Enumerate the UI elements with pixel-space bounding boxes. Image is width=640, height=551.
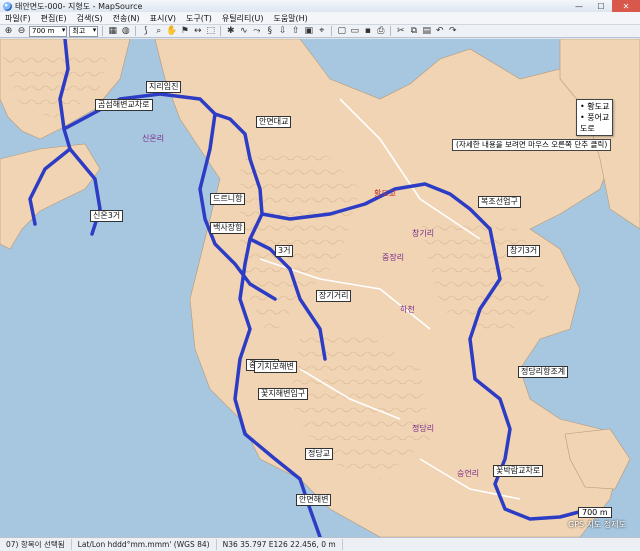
place-label[interactable]: 안면대교 (256, 116, 292, 128)
place-label[interactable]: 지리임진 (146, 81, 182, 93)
scale-label: 700 m (578, 507, 612, 518)
place-label[interactable]: 드르니항 (210, 193, 246, 205)
print-icon[interactable]: ⎙ (375, 26, 386, 37)
waypoint-tool-icon[interactable]: ⚑ (179, 26, 190, 37)
menu-search[interactable]: 검색(S) (72, 13, 108, 24)
popup-item[interactable]: 풍어교 (580, 112, 609, 123)
place-label[interactable]: 3거 (275, 245, 294, 257)
status-bar: 07) 항목이 선택됨 Lat/Lon hddd°mm.mmm' (WGS 84… (0, 537, 640, 551)
undo-icon[interactable]: ↶ (434, 26, 445, 37)
village-label: 중장리 (382, 253, 405, 262)
path-icon[interactable]: § (264, 26, 275, 37)
village-label: 신온리 (142, 134, 165, 143)
menu-edit[interactable]: 편집(E) (36, 13, 72, 24)
map-context-popup: 황도교 풍어교 도로 (576, 99, 614, 136)
place-label[interactable]: 곰섬해변교차로 (95, 99, 153, 111)
zoom-in-icon[interactable]: ⊕ (3, 26, 14, 37)
place-label[interactable]: 신온3거 (90, 210, 124, 222)
popup-footer: 도로 (580, 124, 595, 133)
place-label[interactable]: 정당리항조계 (518, 366, 569, 378)
menu-transfer[interactable]: 전송(N) (108, 13, 145, 24)
gps-device-icon[interactable]: ▣ (303, 26, 314, 37)
map-tooltip: (자세한 내용을 보려면 마우스 오른쪽 단추 클릭) (452, 139, 612, 151)
receive-icon[interactable]: ⇩ (277, 26, 288, 37)
place-label[interactable]: 장기거리 (316, 290, 352, 302)
village-label: 승언리 (457, 469, 480, 478)
send-icon[interactable]: ⇧ (290, 26, 301, 37)
popup-item[interactable]: 황도교 (580, 101, 609, 112)
track-icon[interactable]: ∿ (238, 26, 249, 37)
window-controls: — ☐ ✕ (568, 0, 640, 12)
place-label[interactable]: 창기3거 (507, 245, 541, 257)
new-file-icon[interactable]: ▢ (336, 26, 347, 37)
coordinate-format: Lat/Lon hddd°mm.mmm' (WGS 84) (72, 539, 217, 550)
place-label[interactable]: 복조선업구 (478, 196, 521, 208)
toolbar-separator (102, 26, 104, 36)
menu-file[interactable]: 파일(F) (0, 13, 36, 24)
save-icon[interactable]: ▪ (362, 26, 373, 37)
place-label[interactable]: 정당교 (305, 448, 334, 460)
menu-tools[interactable]: 도구(T) (181, 13, 217, 24)
menu-bar: 파일(F) 편집(E) 검색(S) 전송(N) 표시(V) 도구(T) 유틸리티… (0, 12, 640, 25)
place-label[interactable]: 안면해변 (296, 494, 332, 506)
road-label: 황도교 (374, 189, 397, 198)
village-label: 창기리 (412, 229, 435, 238)
maximize-button[interactable]: ☐ (590, 0, 612, 12)
minimize-button[interactable]: — (568, 0, 590, 12)
close-button[interactable]: ✕ (612, 0, 640, 12)
cursor-coordinates: N36 35.797 E126 22.456, 0 m (217, 539, 343, 550)
village-label: 정당리 (412, 424, 435, 433)
toolbar-separator (220, 26, 222, 36)
map-canvas (0, 39, 640, 537)
place-label[interactable]: 꽃박람교차로 (493, 465, 544, 477)
menu-help[interactable]: 도움말(H) (268, 13, 312, 24)
waypoint-icon[interactable]: ✱ (225, 26, 236, 37)
toolbar-separator (135, 26, 137, 36)
redo-icon[interactable]: ↷ (447, 26, 458, 37)
zoom-out-icon[interactable]: ⊖ (16, 26, 27, 37)
route-tool-icon[interactable]: ⟆ (140, 26, 151, 37)
menu-view[interactable]: 표시(V) (145, 13, 181, 24)
zoom-tool-icon[interactable]: ⌕ (153, 26, 164, 37)
measure-tool-icon[interactable]: ↔ (192, 26, 203, 37)
toolbar-separator (331, 26, 333, 36)
detail-level-select[interactable]: 최고 (69, 25, 99, 37)
app-icon (3, 1, 12, 11)
select-tool-icon[interactable]: ⬚ (205, 26, 216, 37)
globe-icon[interactable]: ◍ (120, 26, 131, 37)
village-label: 하천 (400, 305, 415, 314)
gps-label: GPS 지도 정제도 (568, 520, 626, 529)
route-icon[interactable]: ⤳ (251, 26, 262, 37)
toolbar: ⊕ ⊖ 700 m 최고 ▦ ◍ ⟆ ⌕ ✋ ⚑ ↔ ⬚ ✱ ∿ ⤳ § ⇩ ⇧… (0, 25, 640, 38)
selection-status: 07) 항목이 선택됨 (0, 539, 72, 550)
toolbar-separator (390, 26, 392, 36)
menu-utilities[interactable]: 유틸리티(U) (217, 13, 269, 24)
find-icon[interactable]: ⌖ (316, 26, 327, 37)
copy-icon[interactable]: ⧉ (408, 26, 419, 37)
hand-tool-icon[interactable]: ✋ (166, 26, 177, 37)
cut-icon[interactable]: ✂ (395, 26, 406, 37)
place-label[interactable]: 기치모해변 (254, 361, 297, 373)
window-title: 태안면도-000- 지형도 - MapSource (15, 1, 143, 11)
place-label[interactable]: 백사장항 (210, 222, 246, 234)
map-icon[interactable]: ▦ (107, 26, 118, 37)
open-folder-icon[interactable]: ▭ (349, 26, 360, 37)
paste-icon[interactable]: ▤ (421, 26, 432, 37)
place-label[interactable]: 꽃지해변입구 (258, 388, 309, 400)
zoom-scale-select[interactable]: 700 m (29, 25, 68, 37)
map-view[interactable]: 지리임진 곰섬해변교차로 안면대교 신온3거 드르니항 백사장항 3거 복조선업… (0, 39, 640, 537)
